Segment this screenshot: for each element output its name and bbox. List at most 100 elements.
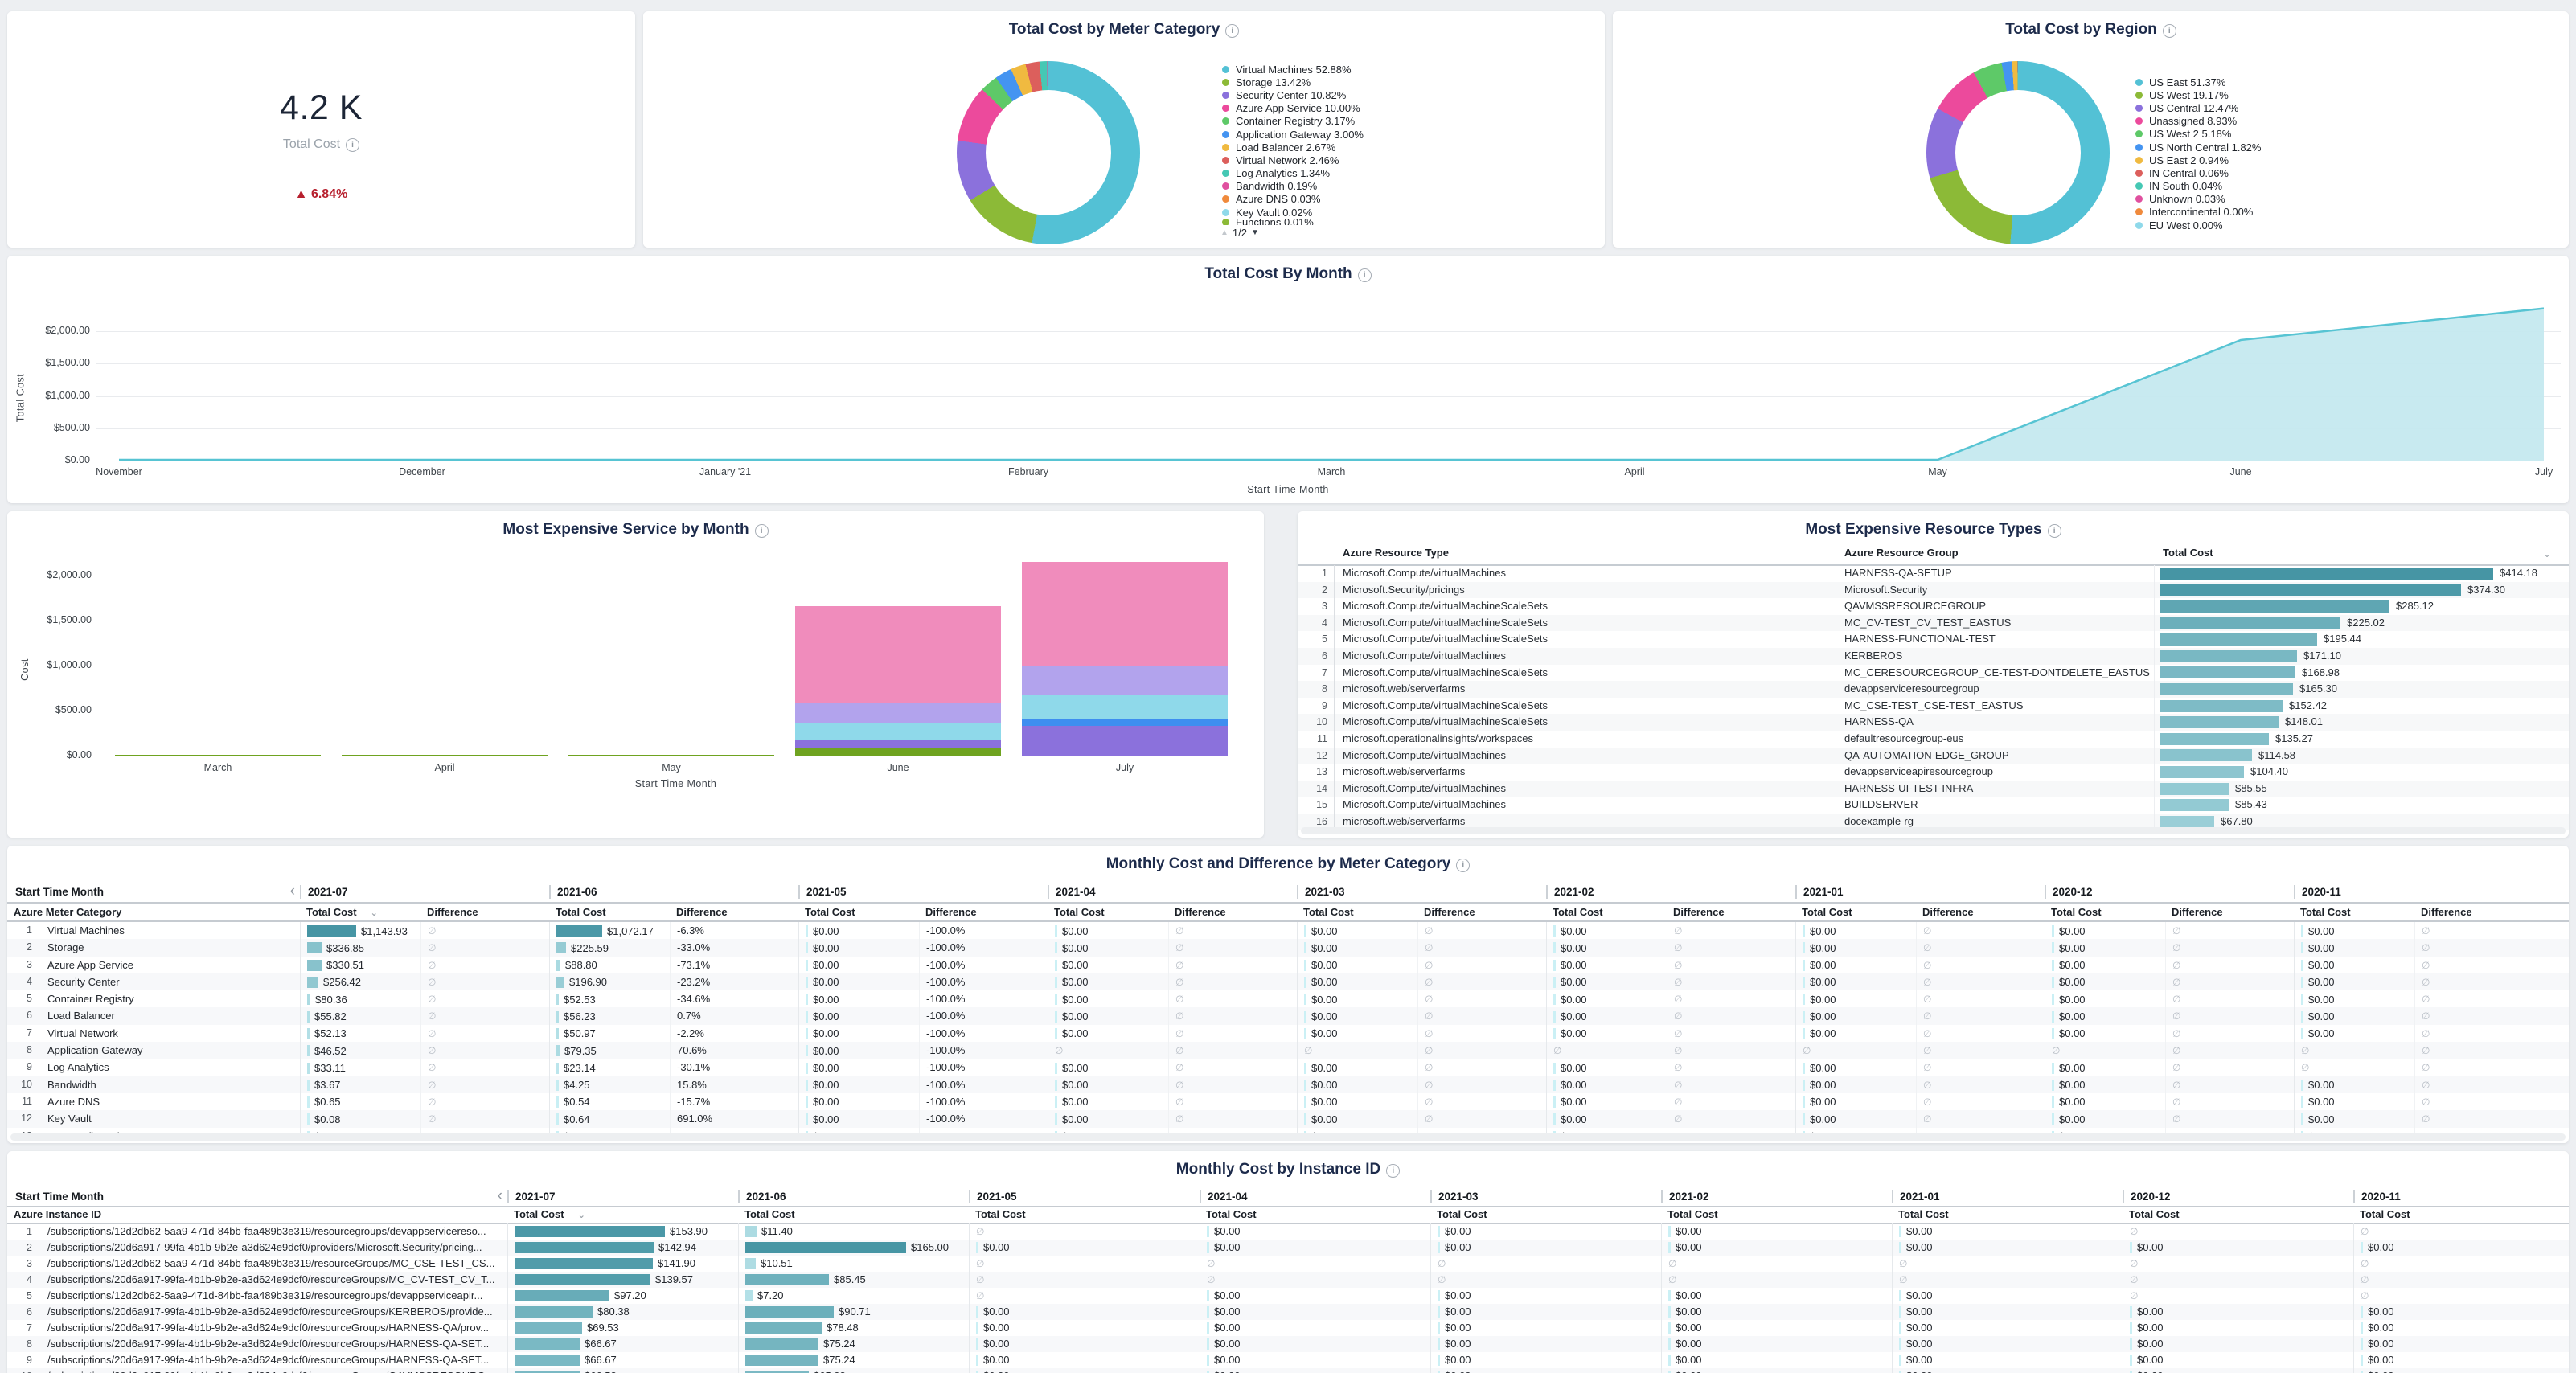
col-header-difference[interactable]: Difference [1667,904,1795,922]
cost-value: $135.27 [2275,731,2313,748]
col-header-total-cost[interactable]: Total Cost [969,1206,1200,1224]
col-header-total-cost[interactable]: Total Cost [1297,904,1417,922]
legend-item[interactable]: Log Analytics 1.34% [1222,167,1364,180]
legend-item[interactable]: US West 19.17% [2135,88,2261,101]
chevron-left-icon[interactable]: ‹ [498,1187,502,1205]
bar-segment-virtual-machines[interactable] [795,606,1001,703]
null-value: ∅ [2130,1288,2138,1304]
col-header-difference[interactable]: Difference [1168,904,1297,922]
col-header-total-cost[interactable]: Total Cost [1661,1206,1892,1224]
cost-bar [2301,1011,2303,1023]
bar-segment-azure-app-service[interactable] [795,740,1001,748]
bar-segment-security-center[interactable] [1022,695,1228,719]
legend-item[interactable]: Azure DNS 0.03% [1222,193,1364,206]
legend-item[interactable]: Container Registry 3.17% [1222,115,1364,128]
col-header-resource-group[interactable]: Azure Resource Group [1836,547,2155,564]
horizontal-scrollbar[interactable] [1301,827,2566,834]
col-header-difference[interactable]: Difference [1916,904,2045,922]
month-header: 2020-12 [2123,1187,2353,1206]
legend-item[interactable]: EU West 0.00% [2135,219,2261,232]
col-header-total-cost[interactable]: Total Cost [2353,1206,2569,1224]
cost-cell: $0.00 [2294,1025,2414,1043]
col-header-total-cost[interactable]: Total Cost [1892,1206,2123,1224]
info-icon[interactable]: i [346,138,359,152]
legend-item[interactable]: Unknown 0.03% [2135,193,2261,206]
col-header-total-cost[interactable]: Total Cost [1795,904,1916,922]
row-dimension-header[interactable]: Azure Instance ID [7,1206,507,1224]
col-header-total-cost[interactable]: Total Cost [549,904,670,922]
info-icon[interactable]: i [1456,859,1470,872]
legend-item[interactable]: Key Vault 0.02% [1222,206,1364,219]
bar-segment-storage[interactable] [795,703,1001,723]
bar-segment-trace[interactable] [115,755,321,756]
col-header-total-cost[interactable]: Total Cost [1200,1206,1430,1224]
legend-item[interactable]: Storage 13.42% [1222,76,1364,88]
legend-page-up-icon[interactable]: ▲ [1220,228,1229,237]
legend-item[interactable]: US North Central 1.82% [2135,141,2261,154]
legend-item[interactable]: Unassigned 8.93% [2135,115,2261,128]
bar-segment-security-center[interactable] [795,723,1001,740]
col-header-difference[interactable]: Difference [1417,904,1546,922]
legend-item[interactable]: US West 2 5.18% [2135,128,2261,141]
col-header-difference[interactable]: Difference [2165,904,2294,922]
col-header-resource-type[interactable]: Azure Resource Type [1335,547,1836,564]
col-header-total-cost[interactable]: Total Cost [1430,1206,1661,1224]
col-header-total-cost[interactable]: Total Cost [1546,904,1667,922]
legend-item[interactable]: Load Balancer 2.67% [1222,141,1364,154]
legend-item[interactable]: IN Central 0.06% [2135,166,2261,179]
info-icon[interactable]: i [1386,1164,1400,1178]
legend-item[interactable]: Virtual Network 2.46% [1222,154,1364,166]
legend-item[interactable]: US East 51.37% [2135,76,2261,88]
bar-segment-application-gateway[interactable] [795,748,1001,756]
col-header-total-cost[interactable]: Total Cost ⌄ [507,1206,738,1224]
info-icon[interactable]: i [1225,24,1239,38]
bar-segment-storage[interactable] [1022,666,1228,696]
bar-segment-trace[interactable] [342,755,548,756]
sort-chevron-icon[interactable]: ⌄ [576,1211,585,1220]
info-icon[interactable]: i [2048,524,2061,538]
difference-cell: ∅ [1168,1025,1297,1043]
info-icon[interactable]: i [2163,24,2176,38]
sort-chevron-icon[interactable]: ⌄ [368,908,378,918]
legend-item[interactable]: Intercontinental 0.00% [2135,206,2261,219]
legend-item[interactable]: Virtual Machines 52.88% [1222,63,1364,76]
col-header-total-cost[interactable]: Total Cost [738,1206,969,1224]
row-dimension-header[interactable]: Azure Meter Category [7,904,300,922]
meter-category-donut[interactable] [957,61,1140,244]
col-header-difference[interactable]: Difference [2414,904,2543,922]
col-header-difference[interactable]: Difference [420,904,549,922]
legend-item-clipped[interactable]: Functions 0.01% [1222,219,1364,225]
bar-segment-trace[interactable] [568,755,774,756]
legend-item[interactable]: IN South 0.04% [2135,180,2261,193]
col-header-total-cost[interactable]: Total Cost [2045,904,2165,922]
col-header-total-cost[interactable]: Total Cost [798,904,919,922]
legend-item[interactable]: Bandwidth 0.19% [1222,180,1364,193]
cost-value: $97.20 [614,1288,646,1304]
null-value: ∅ [1425,925,1433,937]
month-label: 2021-06 [738,1190,786,1203]
legend-item[interactable]: Azure App Service 10.00% [1222,102,1364,115]
area-chart[interactable]: $0.00$500.00$1,000.00$1,500.00$2,000.00N… [7,256,2569,503]
bar-segment-virtual-machines[interactable] [1022,562,1228,665]
chevron-down-icon[interactable]: ⌄ [2543,548,2551,559]
bar-segment-container-registry[interactable] [1022,719,1228,726]
legend-item[interactable]: US Central 12.47% [2135,101,2261,114]
chevron-left-icon[interactable]: ‹ [290,883,295,900]
legend-item[interactable]: Application Gateway 3.00% [1222,128,1364,141]
difference-value: -100.0% [926,1096,965,1108]
difference-cell: ∅ [1916,990,2045,1008]
region-donut[interactable] [1926,61,2110,244]
col-header-total-cost[interactable]: Total Cost [2123,1206,2353,1224]
legend-item[interactable]: Security Center 10.82% [1222,88,1364,101]
col-header-total-cost[interactable]: Total Cost [1048,904,1168,922]
col-header-total-cost[interactable]: Total Cost ⌄ [300,904,420,922]
horizontal-scrollbar[interactable] [10,1133,2566,1141]
legend-page-down-icon[interactable]: ▼ [1251,228,1259,237]
bar-segment-azure-app-service[interactable] [1022,726,1228,756]
col-header-difference[interactable]: Difference [670,904,798,922]
col-header-difference[interactable]: Difference [919,904,1048,922]
col-header-total-cost[interactable]: Total Cost [2294,904,2414,922]
col-header-total-cost[interactable]: Total Cost [2155,547,2569,564]
cost-value: $330.51 [326,957,364,973]
legend-item[interactable]: US East 2 0.94% [2135,154,2261,166]
